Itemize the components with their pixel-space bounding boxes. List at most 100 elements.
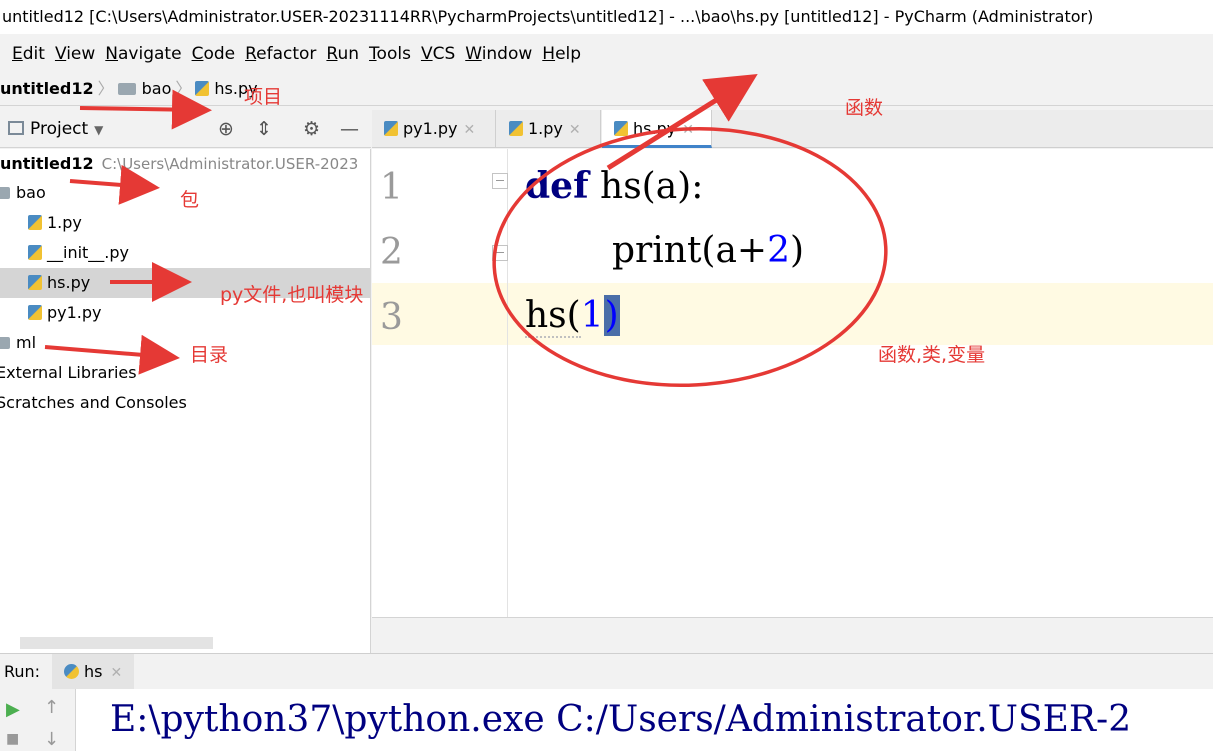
code-line-2: print(a+2) xyxy=(612,230,804,271)
close-icon[interactable]: ✕ xyxy=(569,122,581,138)
python-file-icon xyxy=(384,121,398,136)
tree-item-label: External Libraries xyxy=(0,363,137,382)
annotation-package: 包 xyxy=(180,189,200,211)
menu-tools[interactable]: Tools xyxy=(369,38,411,70)
python-file-icon xyxy=(28,305,42,320)
tab-hspy[interactable]: hs.py ✕ xyxy=(602,110,712,148)
menu-run[interactable]: Run xyxy=(326,38,359,70)
line-number: 2 xyxy=(380,232,403,273)
project-window-icon xyxy=(8,121,24,135)
breadcrumb-project[interactable]: untitled12 xyxy=(0,79,94,98)
tree-item-ml[interactable]: ml xyxy=(0,328,371,358)
root-project-path: C:\Users\Administrator.USER-2023 xyxy=(101,155,359,173)
tab-1py[interactable]: 1.py ✕ xyxy=(497,110,601,148)
dropdown-arrow-icon[interactable]: ▼ xyxy=(94,123,103,137)
python-file-icon xyxy=(509,121,523,136)
python-file-icon xyxy=(28,275,42,290)
python-file-icon xyxy=(28,215,42,230)
arrow-up-icon[interactable]: ↑ xyxy=(44,697,59,718)
number-literal: 2 xyxy=(767,230,790,271)
gear-icon[interactable]: ⚙ xyxy=(303,110,320,148)
play-icon[interactable]: ▶ xyxy=(6,699,20,720)
keyword-def: def xyxy=(525,165,589,207)
project-tree: untitled12 C:\Users\Administrator.USER-20… xyxy=(0,149,371,653)
line-gutter: 1 2 3 xyxy=(372,149,508,617)
tree-item-label: bao xyxy=(16,183,46,202)
window-title: untitled12 [C:\Users\Administrator.USER-… xyxy=(0,0,1213,34)
tree-item-1py[interactable]: 1.py xyxy=(0,208,371,238)
menu-navigate[interactable]: Navigate xyxy=(105,38,181,70)
tab-label: py1.py xyxy=(403,119,458,138)
annotation-project: 项目 xyxy=(244,86,283,108)
tab-label: 1.py xyxy=(528,119,563,138)
number-literal: 1 xyxy=(580,295,604,336)
tree-item-label: py1.py xyxy=(47,303,102,322)
run-tab-hs[interactable]: hs ✕ xyxy=(52,654,135,690)
project-view-selector[interactable]: Project xyxy=(30,119,88,139)
arrow-down-icon[interactable]: ↓ xyxy=(44,729,59,750)
tree-item-label: Scratches and Consoles xyxy=(0,393,187,412)
folder-icon xyxy=(0,337,10,349)
tree-item-init[interactable]: __init__.py xyxy=(0,238,371,268)
run-side-toolbar: ▶ ↑ ■ ↓ xyxy=(0,689,76,751)
annotation-function: 函数 xyxy=(845,97,884,119)
menu-edit[interactable]: Edit xyxy=(12,38,45,70)
menu-code[interactable]: Code xyxy=(192,38,236,70)
hide-panel-icon[interactable]: — xyxy=(340,110,359,148)
code-text: print(a+ xyxy=(612,230,768,271)
code-editor[interactable]: 1 2 3 def hs(a): print(a+2) hs(1) xyxy=(372,149,1213,617)
close-icon[interactable]: ✕ xyxy=(464,122,476,138)
tab-label: hs.py xyxy=(633,119,677,138)
tab-py1[interactable]: py1.py ✕ xyxy=(372,110,496,148)
breadcrumb: untitled12 〉 bao 〉 hs.py xyxy=(0,72,1213,106)
code-line-1: def hs(a): xyxy=(525,165,703,207)
editor-tabs: py1.py ✕ 1.py ✕ hs.py ✕ xyxy=(372,110,1213,148)
run-label: Run: xyxy=(4,662,41,681)
menu-vcs[interactable]: VCS xyxy=(421,38,455,70)
run-toolbar: Run: hs ✕ xyxy=(0,653,1213,690)
annotation-module: py文件,也叫模块 xyxy=(220,284,364,306)
tree-item-external-libraries[interactable]: External Libraries xyxy=(0,358,367,388)
python-file-icon xyxy=(28,245,42,260)
code-text: hs( xyxy=(525,295,581,338)
menu-view[interactable]: View xyxy=(55,38,95,70)
breadcrumb-folder[interactable]: bao xyxy=(142,79,172,98)
python-file-icon xyxy=(195,81,210,96)
text-cursor-selection: ) xyxy=(603,295,620,336)
editor-bottom-bar xyxy=(372,617,1213,653)
tree-item-scratches[interactable]: Scratches and Consoles xyxy=(0,388,367,418)
stop-icon[interactable]: ■ xyxy=(6,731,19,747)
close-icon[interactable]: ✕ xyxy=(682,122,694,138)
run-tab-label: hs xyxy=(84,662,103,681)
close-icon[interactable]: ✕ xyxy=(110,665,122,681)
menu-bar: Edit View Navigate Code Refactor Run Tools VCS W… xyxy=(0,38,1213,70)
run-output-panel: ▶ ↑ ■ ↓ E:\python37\python.exe C:/Users/… xyxy=(0,689,1213,751)
fold-marker-icon[interactable] xyxy=(492,173,508,189)
tree-item-label: hs.py xyxy=(47,273,91,292)
run-command-output: E:\python37\python.exe C:/Users/Administ… xyxy=(110,699,1132,740)
folder-icon xyxy=(117,83,136,95)
python-run-icon xyxy=(64,664,79,679)
menu-refactor[interactable]: Refactor xyxy=(245,38,316,70)
tree-item-label: ml xyxy=(16,333,37,352)
tree-item-root[interactable]: untitled12 C:\Users\Administrator.USER-20… xyxy=(0,149,371,179)
code-line-3: hs(1) xyxy=(525,295,620,338)
menu-window[interactable]: Window xyxy=(465,38,532,70)
fold-marker-icon[interactable] xyxy=(492,245,508,261)
line-number: 1 xyxy=(380,167,403,208)
locate-file-icon[interactable]: ⊕ xyxy=(218,110,234,148)
tree-item-label: 1.py xyxy=(47,213,82,232)
collapse-all-icon[interactable]: ⇕ xyxy=(256,110,272,148)
code-text: hs(a): xyxy=(588,166,704,207)
root-project-name: untitled12 xyxy=(0,154,94,173)
annotation-scope: 函数,类,变量 xyxy=(878,344,986,366)
chevron-right-icon: 〉 xyxy=(97,79,114,98)
annotation-directory: 目录 xyxy=(190,344,229,366)
project-toolbar: Project ▼ ⊕ ⇕ ⚙ — xyxy=(0,110,371,148)
horizontal-scrollbar[interactable] xyxy=(20,637,213,649)
menu-help[interactable]: Help xyxy=(542,38,581,70)
python-file-icon xyxy=(614,121,628,136)
code-text: ) xyxy=(790,230,805,271)
folder-icon xyxy=(0,187,10,199)
chevron-right-icon: 〉 xyxy=(175,79,192,98)
